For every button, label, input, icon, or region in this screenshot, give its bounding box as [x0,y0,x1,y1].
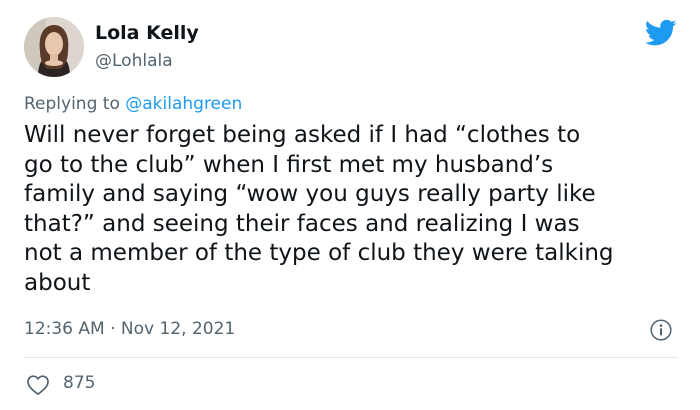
avatar[interactable] [24,17,84,77]
tweet-text: Will never forget being asked if I had “… [24,121,684,299]
tweet-time[interactable]: 12:36 AM [24,319,105,339]
reply-mention-link[interactable]: @akilahgreen [125,94,242,114]
tweet-card: Lola Kelly @Lohlala Replying to @akilahg… [0,0,700,410]
heart-icon[interactable] [26,374,50,396]
replying-to: Replying to @akilahgreen [24,94,242,114]
like-count[interactable]: 875 [63,373,95,393]
tweet-text-line: not a member of the type of club they we… [24,240,614,267]
tweet-text-line: that?” and seeing their faces and realiz… [24,210,580,237]
tweet-text-line: about [24,269,91,296]
twitter-bird-icon[interactable] [645,19,677,47]
tweet-date[interactable]: Nov 12, 2021 [121,319,235,339]
tweet-text-line: Will never forget being asked if I had “… [24,122,581,148]
author-handle[interactable]: @Lohlala [95,51,173,71]
tweet-text-line: go to the club” when I first met my husb… [24,151,554,178]
author-name[interactable]: Lola Kelly [95,22,199,44]
tweet-text-line: family and saying “wow you guys really p… [24,181,596,208]
tweet-timestamp[interactable]: 12:36 AM · Nov 12, 2021 [24,319,235,339]
meta-separator: · [104,319,121,339]
replying-prefix: Replying to [24,94,126,114]
info-icon[interactable] [650,319,672,341]
divider [24,357,678,358]
